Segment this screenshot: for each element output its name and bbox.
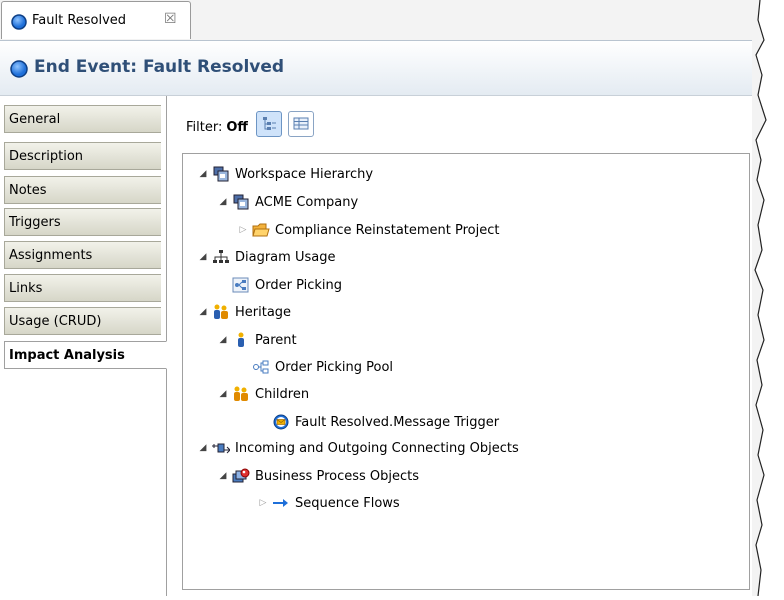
- expand-toggle[interactable]: ◢: [217, 335, 229, 345]
- table-view-icon: [293, 117, 309, 130]
- tree-node-sequence-flows[interactable]: ▷ Sequence Flows: [257, 492, 400, 514]
- table-view-button[interactable]: [288, 111, 314, 137]
- end-event-icon: [10, 60, 28, 82]
- tree-node-order-picking[interactable]: Order Picking: [217, 274, 342, 296]
- tree-node-label: Sequence Flows: [295, 495, 400, 511]
- filter-label: Filter:: [186, 120, 223, 135]
- impact-tree: ◢ Workspace Hierarchy ◢ ACME Company ▷ C…: [182, 153, 750, 590]
- side-tab-general[interactable]: General: [4, 105, 161, 133]
- tree-node-heritage[interactable]: ◢ Heritage: [197, 301, 291, 323]
- collapse-toggle[interactable]: ▷: [257, 498, 269, 508]
- tree-node-label: Compliance Reinstatement Project: [275, 222, 500, 238]
- side-tab-links[interactable]: Links: [4, 274, 161, 302]
- tree-node-label: Business Process Objects: [255, 468, 420, 484]
- diagram-icon: [232, 277, 250, 293]
- tree-node-order-picking-pool[interactable]: Order Picking Pool: [237, 356, 393, 378]
- tree-node-connecting-objects[interactable]: ◢ Incoming and Outgoing Connecting Objec…: [197, 437, 519, 459]
- tree-node-label: Incoming and Outgoing Connecting Objects: [235, 440, 519, 456]
- filter-status: Filter: Off: [186, 120, 248, 135]
- side-tab-description[interactable]: Description: [4, 142, 161, 170]
- expand-toggle[interactable]: ◢: [197, 252, 209, 262]
- tree-node-workspace-hierarchy[interactable]: ◢ Workspace Hierarchy: [197, 163, 373, 185]
- tree-node-label: Diagram Usage: [235, 249, 336, 265]
- side-tab-assignments[interactable]: Assignments: [4, 241, 161, 269]
- people-icon: [232, 386, 250, 402]
- tree-node-label: Parent: [255, 332, 297, 348]
- tree-node-label: ACME Company: [255, 194, 359, 210]
- workspace-icon: [232, 194, 250, 210]
- tree-node-message-trigger[interactable]: Fault Resolved.Message Trigger: [269, 411, 499, 433]
- editor-tab-title: Fault Resolved: [32, 13, 127, 28]
- tree-node-label: Heritage: [235, 304, 292, 320]
- person-icon: [232, 332, 250, 348]
- end-event-icon: [11, 14, 27, 34]
- editor-tab[interactable]: Fault Resolved ☒: [1, 1, 191, 39]
- expand-toggle[interactable]: ◢: [217, 389, 229, 399]
- expand-toggle[interactable]: ◢: [197, 443, 209, 453]
- folder-icon: [252, 222, 270, 238]
- pool-icon: [252, 359, 270, 375]
- hierarchy-icon: [212, 249, 230, 265]
- tree-node-acme-company[interactable]: ◢ ACME Company: [217, 191, 358, 213]
- expand-toggle[interactable]: ◢: [197, 169, 209, 179]
- collapse-toggle[interactable]: ▷: [237, 225, 249, 235]
- expand-toggle[interactable]: ◢: [217, 197, 229, 207]
- side-tab-impact-analysis[interactable]: Impact Analysis: [4, 341, 167, 369]
- side-tab-notes[interactable]: Notes: [4, 176, 161, 204]
- tree-node-label: Children: [255, 386, 310, 402]
- tree-view-icon: [263, 117, 276, 130]
- close-icon[interactable]: ☒: [164, 11, 177, 27]
- side-tab-usage-crud[interactable]: Usage (CRUD): [4, 307, 161, 335]
- side-tab-panel: General Description Notes Triggers Assig…: [0, 96, 167, 596]
- expand-toggle[interactable]: ◢: [217, 471, 229, 481]
- expand-toggle[interactable]: ◢: [197, 307, 209, 317]
- tree-node-diagram-usage[interactable]: ◢ Diagram Usage: [197, 246, 336, 268]
- form-header: End Event: Fault Resolved: [0, 40, 752, 96]
- editor-tab-bar: Fault Resolved ☒: [0, 0, 752, 40]
- page-title: End Event: Fault Resolved: [34, 57, 285, 77]
- tree-node-label: Order Picking: [255, 277, 343, 293]
- tree-node-business-process-objects[interactable]: ◢ Business Process Objects: [217, 465, 419, 487]
- connector-icon: [212, 440, 231, 456]
- torn-edge: [752, 0, 784, 597]
- message-trigger-icon: [272, 414, 290, 430]
- tree-node-label: Workspace Hierarchy: [235, 166, 374, 182]
- filter-value: Off: [226, 120, 248, 135]
- tree-node-parent[interactable]: ◢ Parent: [217, 329, 297, 351]
- tree-node-compliance-project[interactable]: ▷ Compliance Reinstatement Project: [237, 219, 500, 241]
- tree-node-children[interactable]: ◢ Children: [217, 383, 309, 405]
- process-objects-icon: [232, 468, 250, 484]
- tree-node-label: Order Picking Pool: [275, 359, 394, 375]
- people-icon: [212, 304, 230, 320]
- workspace-icon: [212, 166, 230, 182]
- tree-view-button[interactable]: [256, 111, 282, 137]
- arrow-right-icon: [272, 495, 290, 511]
- tree-node-label: Fault Resolved.Message Trigger: [295, 414, 500, 430]
- side-tab-triggers[interactable]: Triggers: [4, 208, 161, 236]
